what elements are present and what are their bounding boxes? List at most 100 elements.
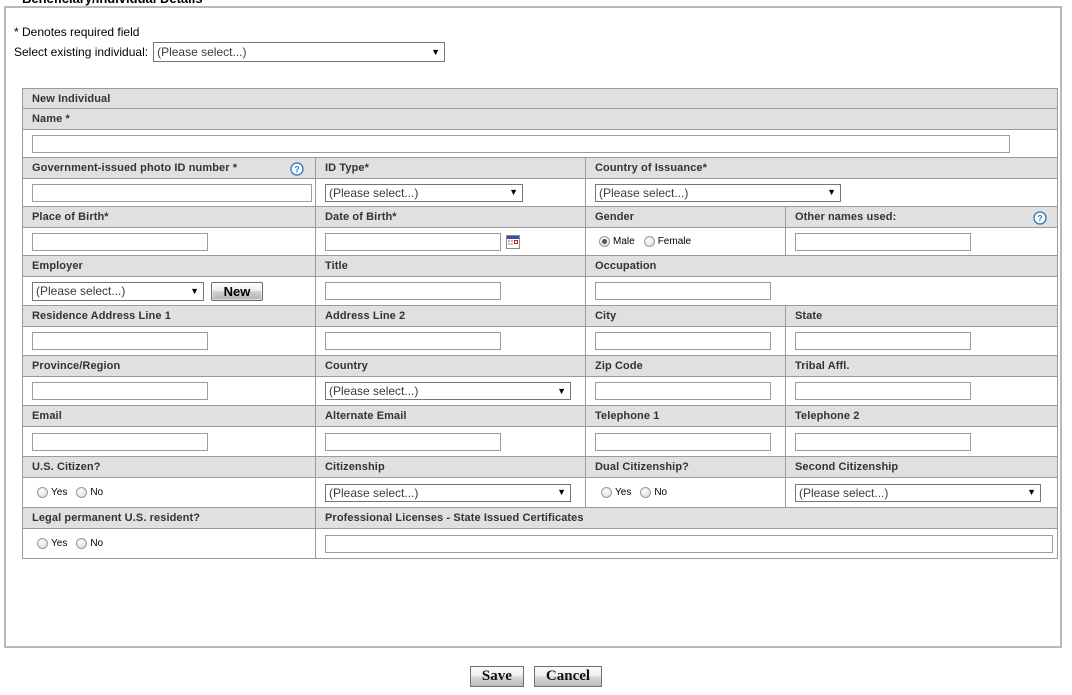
telephone2-input[interactable] bbox=[795, 432, 971, 451]
country-dropdown[interactable]: (Please select...) ▼ bbox=[325, 382, 571, 400]
legal-resident-no-label: No bbox=[90, 538, 104, 549]
contact-input-row bbox=[22, 427, 1058, 457]
address-line2-label: Address Line 2 bbox=[325, 310, 406, 322]
id-type-dropdown[interactable]: (Please select...) ▼ bbox=[325, 183, 523, 202]
legal-resident-no-radio[interactable] bbox=[76, 538, 88, 549]
id-input-row: (Please select...) ▼ (Please select...) … bbox=[22, 179, 1058, 207]
help-icon[interactable]: ? bbox=[1033, 210, 1047, 225]
legal-resident-yes-radio[interactable] bbox=[37, 538, 48, 549]
dual-citizenship-yes-radio[interactable] bbox=[601, 487, 612, 498]
country-label: Country bbox=[325, 360, 368, 372]
chevron-down-icon: ▼ bbox=[557, 385, 566, 396]
province-input[interactable] bbox=[32, 382, 208, 400]
address2-header-row: Province/Region Country Zip Code Tribal … bbox=[22, 356, 1058, 377]
legal-resident-radio-group: Yes No bbox=[23, 529, 315, 558]
place-of-birth-input[interactable] bbox=[32, 232, 208, 251]
chevron-down-icon: ▼ bbox=[1027, 487, 1036, 497]
country-issuance-dropdown[interactable]: (Please select...) ▼ bbox=[595, 183, 841, 202]
place-of-birth-label: Place of Birth* bbox=[32, 211, 109, 223]
svg-text:?: ? bbox=[1037, 213, 1043, 223]
legal-resident-yes-label: Yes bbox=[51, 538, 68, 549]
gender-female-radio[interactable] bbox=[643, 236, 655, 247]
second-citizenship-dropdown[interactable]: (Please select...) ▼ bbox=[795, 483, 1041, 502]
resident-input-row: Yes No bbox=[22, 529, 1058, 559]
email-input[interactable] bbox=[32, 432, 208, 451]
us-citizen-no-label: No bbox=[90, 487, 104, 498]
select-existing-individual-value: (Please select...) bbox=[157, 45, 247, 59]
page-title: Beneficiary/Individual Details bbox=[18, 0, 207, 6]
select-existing-individual-dropdown[interactable]: (Please select...) ▼ bbox=[153, 42, 446, 62]
other-names-label: Other names used: bbox=[795, 211, 897, 223]
telephone2-label: Telephone 2 bbox=[795, 410, 860, 422]
city-label: City bbox=[595, 310, 617, 322]
dual-citizenship-label: Dual Citizenship? bbox=[595, 461, 689, 473]
name-input-row bbox=[22, 130, 1058, 158]
us-citizen-yes-label: Yes bbox=[51, 487, 68, 498]
work-header-row: Employer Title Occupation bbox=[22, 256, 1058, 277]
dual-citizenship-no-label: No bbox=[654, 487, 668, 498]
occupation-input[interactable] bbox=[595, 282, 771, 300]
alternate-email-input[interactable] bbox=[325, 432, 501, 451]
new-employer-button[interactable]: New bbox=[211, 281, 263, 301]
employer-label: Employer bbox=[32, 260, 83, 272]
help-icon[interactable]: ? bbox=[290, 161, 304, 176]
chevron-down-icon: ▼ bbox=[509, 187, 518, 197]
other-names-input[interactable] bbox=[795, 232, 971, 251]
save-button[interactable]: Save bbox=[469, 666, 524, 687]
tribal-affiliation-label: Tribal Affl. bbox=[795, 360, 850, 372]
gov-id-label: Government-issued photo ID number * bbox=[32, 162, 238, 174]
svg-text:?: ? bbox=[294, 164, 300, 174]
second-citizenship-value: (Please select...) bbox=[799, 485, 889, 500]
zip-code-input[interactable] bbox=[595, 382, 771, 400]
employer-dropdown[interactable]: (Please select...) ▼ bbox=[32, 281, 204, 301]
professional-licenses-label: Professional Licenses - State Issued Cer… bbox=[325, 512, 584, 524]
chevron-down-icon: ▼ bbox=[431, 46, 441, 57]
tribal-affiliation-input[interactable] bbox=[795, 382, 971, 400]
country-issuance-value: (Please select...) bbox=[599, 185, 689, 200]
chevron-down-icon: ▼ bbox=[557, 487, 566, 497]
gender-female-label: Female bbox=[657, 236, 692, 247]
citizenship-input-row: Yes No (Please select...) ▼ Yes No (Plea… bbox=[22, 478, 1058, 508]
alternate-email-label: Alternate Email bbox=[325, 410, 407, 422]
gender-male-label: Male bbox=[613, 236, 635, 247]
gov-id-input[interactable] bbox=[32, 183, 312, 202]
contact-header-row: Email Alternate Email Telephone 1 Teleph… bbox=[22, 406, 1058, 427]
title-input[interactable] bbox=[325, 282, 501, 300]
form-actions: Save Cancel bbox=[0, 666, 1072, 687]
citizenship-value: (Please select...) bbox=[329, 485, 419, 500]
name-input[interactable] bbox=[32, 134, 1010, 153]
us-citizen-no-radio[interactable] bbox=[76, 487, 88, 498]
address2-input-row: (Please select...) ▼ bbox=[22, 377, 1058, 406]
id-type-label: ID Type* bbox=[325, 162, 369, 174]
address-line2-input[interactable] bbox=[325, 332, 501, 350]
gender-label: Gender bbox=[595, 211, 635, 223]
citizenship-header-row: U.S. Citizen? Citizenship Dual Citizensh… bbox=[22, 457, 1058, 478]
birth-header-row: Place of Birth* Date of Birth* Gender Ot… bbox=[22, 207, 1058, 228]
date-of-birth-input[interactable] bbox=[325, 232, 501, 251]
telephone1-label: Telephone 1 bbox=[595, 410, 660, 422]
email-label: Email bbox=[32, 410, 62, 422]
dual-citizenship-no-radio[interactable] bbox=[640, 487, 652, 498]
us-citizen-yes-radio[interactable] bbox=[37, 487, 48, 498]
city-input[interactable] bbox=[595, 332, 771, 350]
calendar-icon[interactable] bbox=[506, 234, 520, 249]
dual-citizenship-yes-label: Yes bbox=[615, 487, 632, 498]
citizenship-dropdown[interactable]: (Please select...) ▼ bbox=[325, 483, 571, 502]
id-header-row: Government-issued photo ID number * ? ID… bbox=[22, 158, 1058, 179]
state-input[interactable] bbox=[795, 332, 971, 350]
province-label: Province/Region bbox=[32, 360, 121, 372]
telephone1-input[interactable] bbox=[595, 432, 771, 451]
cancel-button[interactable]: Cancel bbox=[533, 666, 603, 687]
us-citizen-label: U.S. Citizen? bbox=[32, 461, 101, 473]
work-input-row: (Please select...) ▼ New bbox=[22, 277, 1058, 306]
section-title: New Individual bbox=[32, 92, 111, 105]
citizenship-label: Citizenship bbox=[325, 461, 385, 473]
address-line1-input[interactable] bbox=[32, 332, 208, 350]
gender-male-radio[interactable] bbox=[599, 236, 610, 247]
required-field-note: * Denotes required field bbox=[14, 25, 140, 39]
legal-resident-label: Legal permanent U.S. resident? bbox=[32, 512, 201, 524]
id-type-value: (Please select...) bbox=[329, 185, 419, 200]
professional-licenses-input[interactable] bbox=[325, 534, 1053, 553]
birth-input-row: Male Female bbox=[22, 228, 1058, 256]
gender-radio-group: Male Female bbox=[585, 228, 785, 255]
